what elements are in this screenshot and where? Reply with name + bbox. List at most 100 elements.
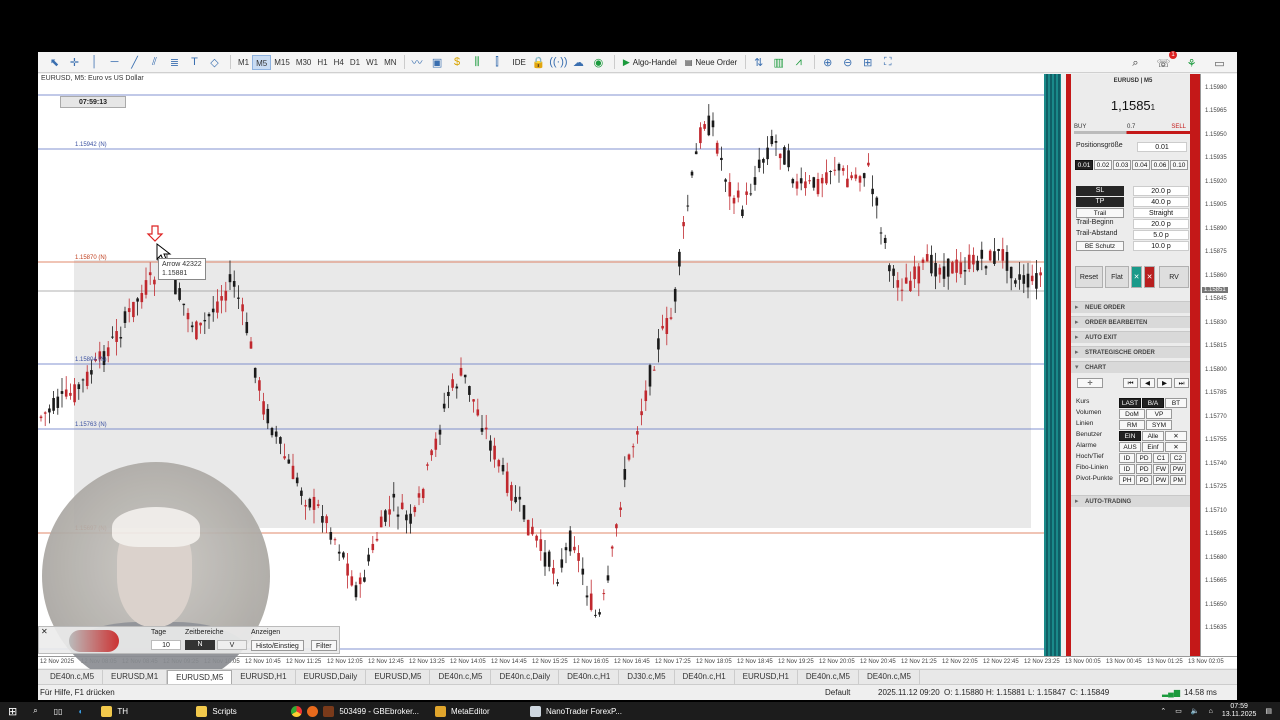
system-clock[interactable]: 07:59 13.11.2025: [1222, 703, 1257, 719]
algo-trading-button[interactable]: ▶ Algo-Handel: [619, 55, 681, 70]
timeframe-h4[interactable]: H4: [331, 55, 347, 70]
chart-tab[interactable]: DE40n.c,H1: [559, 670, 620, 684]
bars-icon[interactable]: ▥: [770, 54, 787, 71]
chart-option-chip[interactable]: Alle: [1142, 431, 1164, 441]
section-strategische-order[interactable]: STRATEGISCHE ORDER: [1071, 346, 1195, 359]
chart-option-chip[interactable]: DoM: [1119, 409, 1145, 419]
notification-center-icon[interactable]: ▤: [1265, 707, 1272, 715]
chart-type-icon[interactable]: 〰: [409, 54, 426, 71]
search-button[interactable]: ⌕: [25, 702, 45, 720]
trail-input[interactable]: Straight: [1133, 208, 1189, 218]
chart-nav-0[interactable]: ⏮: [1123, 378, 1138, 388]
candle-chart-icon[interactable]: ⫿: [489, 54, 506, 71]
taskbar-app[interactable]: MetaEditor: [427, 702, 522, 720]
chart-tab[interactable]: DE40n.c,H1: [675, 670, 735, 684]
lot-chip-0-02[interactable]: 0.02: [1094, 160, 1112, 170]
volume-icon[interactable]: 🔈: [1191, 707, 1200, 715]
chart-tab[interactable]: DJ30.c,M5: [619, 670, 675, 684]
lock-icon[interactable]: 🔒: [530, 54, 547, 71]
tp-button[interactable]: TP: [1076, 197, 1124, 207]
timeframe-m5[interactable]: M5: [252, 54, 272, 70]
text-tool-icon[interactable]: T: [186, 54, 203, 71]
timeframe-m30[interactable]: M30: [293, 55, 315, 70]
chart-option-chip[interactable]: ✕: [1165, 442, 1187, 452]
reset-button[interactable]: Reset: [1075, 266, 1103, 288]
signals-icon[interactable]: ⚘: [1183, 55, 1200, 72]
chart-option-chip[interactable]: PM: [1170, 475, 1186, 485]
section-order-bearbeiten[interactable]: ORDER BEARBEITEN: [1071, 316, 1195, 329]
close-short-button[interactable]: ✕: [1144, 266, 1155, 288]
ide-button[interactable]: IDE: [509, 55, 530, 70]
chart-tab[interactable]: EURUSD,M1: [103, 670, 168, 684]
chart-nav-3[interactable]: ⏭: [1174, 378, 1189, 388]
tp-input[interactable]: 40.0 p: [1133, 197, 1189, 207]
flat-button[interactable]: Flat: [1105, 266, 1129, 288]
cursor-tool-icon[interactable]: ⬉: [46, 54, 63, 71]
chart-tab[interactable]: DE40n.c,M5: [798, 670, 859, 684]
chart-option-chip[interactable]: ID: [1119, 453, 1135, 463]
chart-tab[interactable]: EURUSD,H1: [735, 670, 798, 684]
templates-icon[interactable]: ▣: [429, 54, 446, 71]
sl-button[interactable]: SL: [1076, 186, 1124, 196]
be-protect-input[interactable]: 10.0 p: [1133, 241, 1189, 251]
chart-tab[interactable]: DE40n.c,M5: [42, 670, 104, 684]
buy-label[interactable]: BUY: [1074, 124, 1086, 130]
section-chart[interactable]: CHART: [1071, 361, 1195, 374]
lot-chip-0-03[interactable]: 0.03: [1113, 160, 1131, 170]
chart-nav-2[interactable]: ▶: [1157, 378, 1172, 388]
chart-option-chip[interactable]: PH: [1119, 475, 1135, 485]
zeit-n-toggle[interactable]: N: [185, 640, 215, 650]
chart-option-chip[interactable]: AUS: [1119, 442, 1141, 452]
crosshair-button[interactable]: ✛: [1077, 378, 1103, 388]
line-chart-icon[interactable]: ⩘: [790, 54, 807, 71]
chart-option-chip[interactable]: EIN: [1119, 431, 1141, 441]
chart-nav-1[interactable]: ◀: [1140, 378, 1155, 388]
zoom-in-icon[interactable]: ⊕: [819, 54, 836, 71]
chart-option-chip[interactable]: C2: [1170, 453, 1186, 463]
taskbar-app[interactable]: TH: [93, 702, 188, 720]
reverse-button[interactable]: RV: [1159, 266, 1189, 288]
channel-icon[interactable]: ⫽: [146, 54, 163, 71]
be-protect-button[interactable]: BE Schutz: [1076, 241, 1124, 251]
chart-option-chip[interactable]: ID: [1119, 464, 1135, 474]
chart-tab[interactable]: EURUSD,Daily: [296, 670, 367, 684]
timeframe-mn[interactable]: MN: [381, 55, 399, 70]
lot-chip-0-04[interactable]: 0.04: [1132, 160, 1150, 170]
dollar-icon[interactable]: $: [449, 54, 466, 71]
new-order-button[interactable]: ▤ Neue Order: [681, 55, 741, 70]
chart-option-chip[interactable]: BT: [1165, 398, 1187, 408]
section-auto-exit[interactable]: AUTO EXIT: [1071, 331, 1195, 344]
chart-tab[interactable]: DE40n.c,Daily: [491, 670, 560, 684]
lot-chip-0-06[interactable]: 0.06: [1151, 160, 1169, 170]
timeframe-m15[interactable]: M15: [271, 55, 293, 70]
position-size-input[interactable]: 0.01: [1137, 142, 1187, 152]
fibonacci-icon[interactable]: ≣: [166, 54, 183, 71]
crosshair-tool-icon[interactable]: ✛: [66, 54, 83, 71]
network-icon[interactable]: ▭: [1175, 707, 1182, 715]
timeframe-w1[interactable]: W1: [363, 55, 381, 70]
signal-icon[interactable]: ((·)): [549, 54, 567, 71]
tage-input[interactable]: 10: [151, 640, 181, 650]
sell-label[interactable]: SELL: [1171, 124, 1186, 130]
close-long-button[interactable]: ✕: [1131, 266, 1142, 288]
start-button[interactable]: ⊞: [0, 702, 25, 720]
zeit-v-toggle[interactable]: V: [217, 640, 247, 650]
tray-app-icon[interactable]: ⌂: [1209, 708, 1213, 715]
section-neue-order[interactable]: NEUE ORDER: [1071, 301, 1195, 314]
chart-option-chip[interactable]: SYM: [1146, 420, 1172, 430]
sl-input[interactable]: 20.0 p: [1133, 186, 1189, 196]
chart-tab[interactable]: EURUSD,M5: [167, 670, 233, 684]
task-view-button[interactable]: ▯▯: [46, 702, 71, 720]
chart-option-chip[interactable]: B/A: [1142, 398, 1164, 408]
timeframe-m1[interactable]: M1: [235, 55, 252, 70]
trendline-icon[interactable]: ╱: [126, 54, 143, 71]
chart-option-chip[interactable]: PD: [1136, 475, 1152, 485]
taskbar-app[interactable]: NanoTrader ForexP...: [522, 702, 630, 720]
chart-option-chip[interactable]: Einf: [1142, 442, 1164, 452]
trail-begin-input[interactable]: 20.0 p: [1133, 219, 1189, 229]
chart-tab[interactable]: DE40n.c,M5: [430, 670, 492, 684]
chart-tab[interactable]: EURUSD,M5: [366, 670, 431, 684]
chart-option-chip[interactable]: PD: [1136, 453, 1152, 463]
trail-distance-input[interactable]: 5.0 p: [1133, 230, 1189, 240]
search-icon[interactable]: ⌕: [1127, 55, 1144, 72]
